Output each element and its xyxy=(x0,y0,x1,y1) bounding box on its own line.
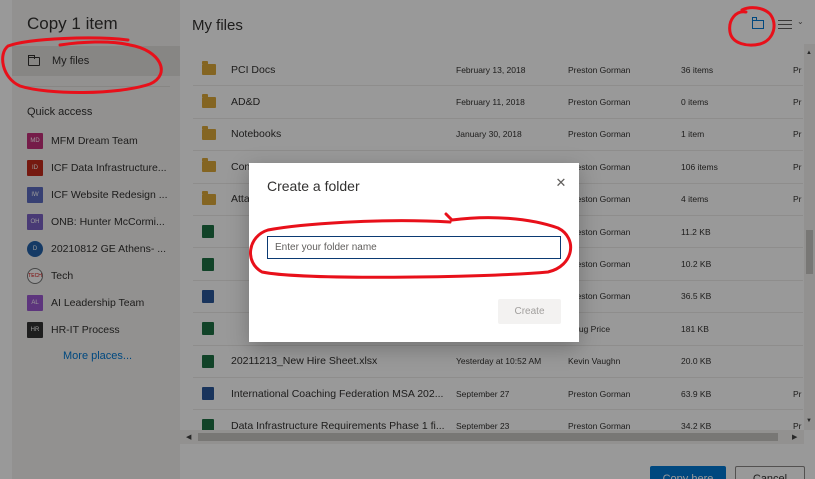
copy-dialog-screen: Copy 1 item My files Quick access MD MFM … xyxy=(0,0,815,479)
create-folder-dialog: Create a folder ✕ Create xyxy=(249,163,579,342)
folder-name-input[interactable] xyxy=(267,236,561,259)
create-button[interactable]: Create xyxy=(498,299,561,324)
close-icon[interactable]: ✕ xyxy=(555,176,567,189)
dialog-title: Create a folder xyxy=(267,178,360,194)
